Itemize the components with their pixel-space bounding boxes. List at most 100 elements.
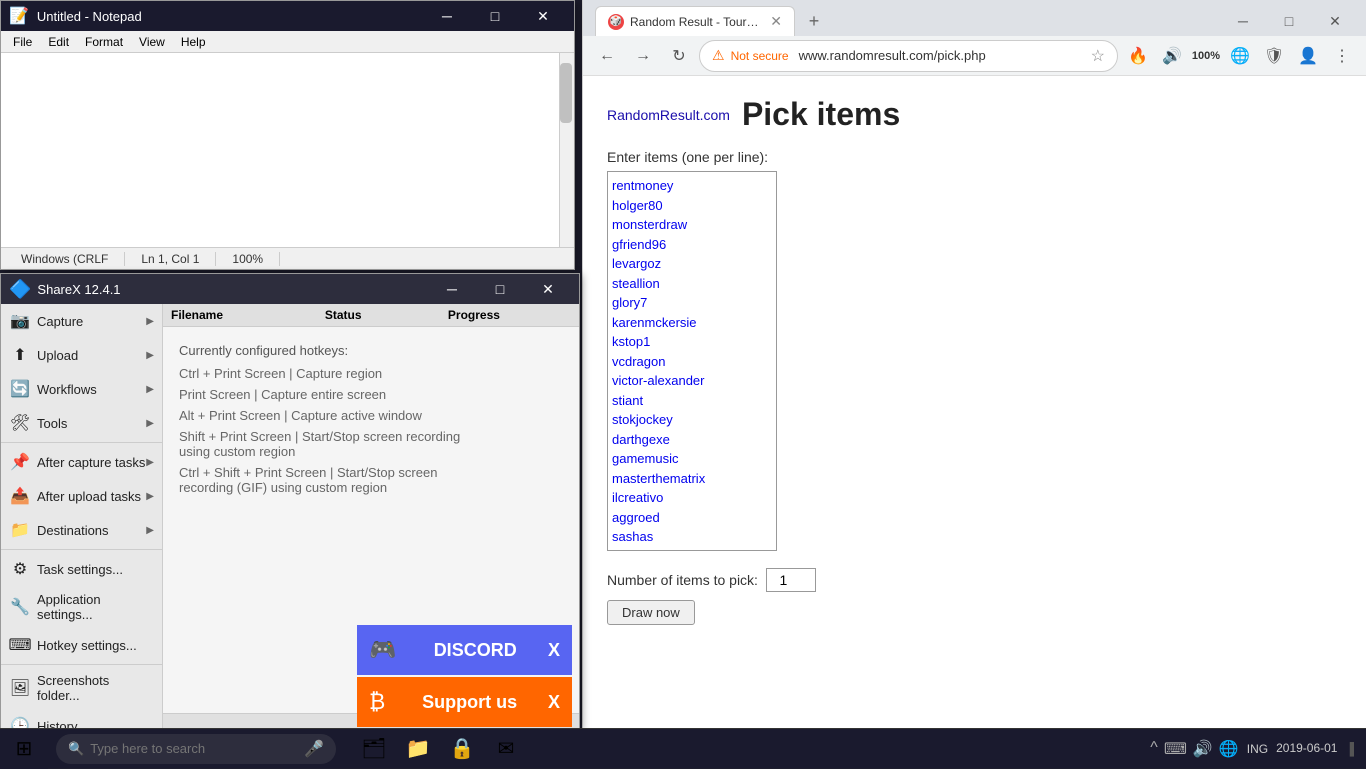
notepad-maximize-button[interactable]: □ [472,1,518,31]
notepad-menu-help[interactable]: Help [173,33,214,51]
capture-arrow-icon: ▶ [146,316,154,327]
address-text: www.randomresult.com/pick.php [799,48,1085,63]
sharex-maximize-button[interactable]: □ [477,274,523,304]
browser-window: 🎲 Random Result - Tournament dr... ✕ + ─… [582,0,1366,728]
sharex-close-button[interactable]: ✕ [525,274,571,304]
browser-extension-1[interactable]: 🔥 [1122,40,1154,72]
notepad-window: 📝 Untitled - Notepad ─ □ ✕ File Edit For… [0,0,575,270]
hotkey-capture-window: Alt + Print Screen | Capture active wind… [179,408,563,423]
search-icon: 🔍 [68,741,84,757]
after-upload-arrow-icon: ▶ [146,491,154,502]
sidebar-item-capture[interactable]: 📷 Capture ▶ [1,304,162,338]
browser-menu-button[interactable]: ⋮ [1326,40,1358,72]
task-settings-icon: ⚙ [9,558,31,580]
items-textarea[interactable]: rentmoney holger80 monsterdraw gfriend96… [607,171,777,551]
upload-arrow-icon: ▶ [146,350,154,361]
notepad-position: Ln 1, Col 1 [125,252,216,266]
address-bar[interactable]: ⚠ Not secure www.randomresult.com/pick.p… [699,40,1118,72]
col-filename: Filename [171,308,325,322]
notepad-menu-edit[interactable]: Edit [40,33,77,51]
taskbar-app-file-explorer[interactable]: 📁 [396,729,440,769]
tray-show-desktop[interactable]: ▐ [1345,742,1354,756]
site-link[interactable]: RandomResult.com [607,107,730,123]
sidebar-item-upload[interactable]: ⬆ Upload ▶ [1,338,162,372]
notepad-scroll-thumb [560,63,572,123]
sidebar-item-screenshots[interactable]: 🖼 Screenshots folder... [1,667,162,709]
support-banner[interactable]: ₿ Support us X [357,677,572,727]
browser-refresh-button[interactable]: ↻ [663,40,695,72]
notepad-menu-format[interactable]: Format [77,33,131,51]
sidebar-item-task-settings[interactable]: ⚙ Task settings... [1,552,162,586]
tray-keyboard-icon[interactable]: ⌨ [1164,739,1187,759]
notepad-icon: 📝 [9,6,29,26]
history-icon: 🕒 [9,715,31,728]
sidebar-item-upload-label: Upload [37,348,146,363]
taskbar-app-task-view[interactable]: 🗂 [352,729,396,769]
sidebar-item-app-settings[interactable]: 🔧 Application settings... [1,586,162,628]
sidebar-item-task-settings-label: Task settings... [37,562,154,577]
sidebar-item-history-label: History... [37,719,154,729]
browser-tab-active[interactable]: 🎲 Random Result - Tournament dr... ✕ [595,6,795,36]
notepad-textarea[interactable] [1,53,574,247]
sidebar-item-tools[interactable]: 🛠 Tools ▶ [1,406,162,440]
start-button[interactable]: ⊞ [0,729,48,769]
page-header: RandomResult.com Pick items [607,96,1342,133]
notepad-minimize-button[interactable]: ─ [424,1,470,31]
draw-now-button[interactable]: Draw now [607,600,695,625]
app-settings-icon: 🔧 [9,596,31,618]
tray-speaker-icon[interactable]: 🔊 [1193,739,1213,759]
browser-back-button[interactable]: ← [591,40,623,72]
notepad-statusbar: Windows (CRLF Ln 1, Col 1 100% [1,247,574,269]
sidebar-item-after-upload[interactable]: 📤 After upload tasks ▶ [1,479,162,513]
browser-minimize-button[interactable]: ─ [1220,6,1266,36]
support-icon: ₿ [369,689,385,715]
tray-up-arrow-icon[interactable]: ^ [1150,739,1158,759]
sidebar-item-hotkey-settings[interactable]: ⌨ Hotkey settings... [1,628,162,662]
sidebar-item-destinations[interactable]: 📁 Destinations ▶ [1,513,162,547]
browser-maximize-button[interactable]: □ [1266,6,1312,36]
browser-profile-icon[interactable]: 👤 [1292,40,1324,72]
after-capture-icon: 📌 [9,451,31,473]
browser-volume-icon[interactable]: 🔊 [1156,40,1188,72]
tools-arrow-icon: ▶ [146,418,154,429]
notepad-menu-view[interactable]: View [131,33,173,51]
taskbar-app-mail[interactable]: ✉ [484,729,528,769]
taskbar-search-box[interactable]: 🔍 🎤 [56,734,336,764]
discord-banner-close[interactable]: X [548,640,560,661]
browser-forward-button[interactable]: → [627,40,659,72]
browser-close-button[interactable]: ✕ [1312,6,1358,36]
workflows-icon: 🔄 [9,378,31,400]
sidebar-separator-2 [1,549,162,550]
notepad-close-button[interactable]: ✕ [520,1,566,31]
notepad-scrollbar-vertical[interactable] [559,53,574,247]
sidebar-item-workflows[interactable]: 🔄 Workflows ▶ [1,372,162,406]
discord-banner[interactable]: 🎮 DISCORD X [357,625,572,675]
taskbar: ⊞ 🔍 🎤 🗂 📁 🔒 ✉ ^ ⌨ 🔊 🌐 ING 2019-06-01 ▐ [0,728,1366,768]
sidebar-item-after-capture[interactable]: 📌 After capture tasks ▶ [1,445,162,479]
capture-icon: 📷 [9,310,31,332]
sidebar-separator-3 [1,664,162,665]
sharex-title: ShareX 12.4.1 [37,282,120,297]
browser-tab-close-button[interactable]: ✕ [770,13,782,30]
browser-tab-bar: 🎲 Random Result - Tournament dr... ✕ + ─… [583,0,1366,36]
sharex-titlebar: 🔷 ShareX 12.4.1 ─ □ ✕ [1,274,579,304]
taskbar-search-input[interactable] [90,741,300,756]
pick-number-input[interactable] [766,568,816,592]
taskbar-app-security[interactable]: 🔒 [440,729,484,769]
sidebar-item-screenshots-label: Screenshots folder... [37,673,154,703]
support-banner-close[interactable]: X [548,692,560,713]
sidebar-item-hotkey-settings-label: Hotkey settings... [37,638,154,653]
tray-network-icon[interactable]: 🌐 [1219,739,1239,759]
browser-extension-3[interactable]: 🛡 [1258,40,1290,72]
browser-new-tab-button[interactable]: + [799,6,829,36]
browser-extension-2[interactable]: 🌐 [1224,40,1256,72]
discord-icon: 🎮 [369,637,396,663]
browser-zoom-icon[interactable]: 100% [1190,40,1222,72]
sidebar-item-destinations-label: Destinations [37,523,146,538]
sidebar-item-history[interactable]: 🕒 History... [1,709,162,728]
windows-icon: ⊞ [16,736,33,761]
sharex-minimize-button[interactable]: ─ [429,274,475,304]
taskbar-clock[interactable]: 2019-06-01 [1276,740,1337,757]
bookmark-icon[interactable]: ☆ [1091,46,1105,66]
notepad-menu-file[interactable]: File [5,33,40,51]
